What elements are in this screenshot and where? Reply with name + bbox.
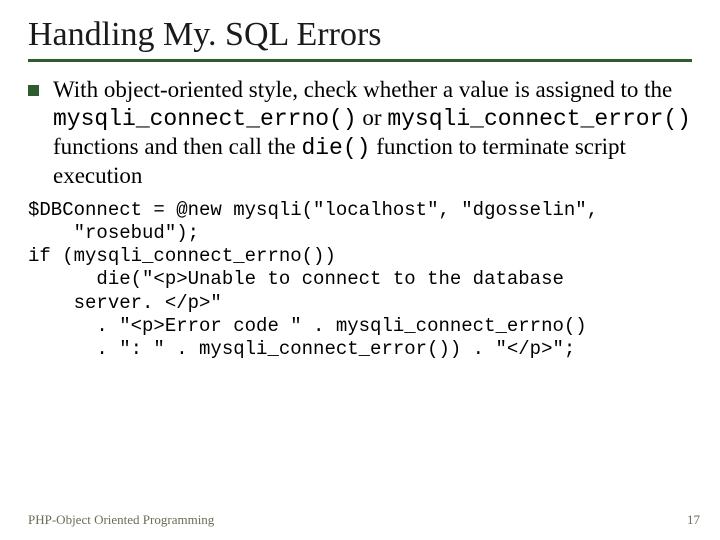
bullet-text-mid2: functions and then call the <box>53 134 301 159</box>
bullet-item: With object-oriented style, check whethe… <box>28 76 692 189</box>
footer-left: PHP-Object Oriented Programming <box>28 512 214 528</box>
slide: Handling My. SQL Errors With object-orie… <box>0 0 720 540</box>
title-block: Handling My. SQL Errors <box>28 14 692 62</box>
square-bullet-icon <box>28 85 39 96</box>
code-inline-die: die() <box>301 135 370 161</box>
slide-body: With object-oriented style, check whethe… <box>28 76 692 361</box>
code-inline-error: mysqli_connect_error() <box>387 106 691 132</box>
bullet-text-pre: With object-oriented style, check whethe… <box>53 77 672 102</box>
code-inline-errno: mysqli_connect_errno() <box>53 106 357 132</box>
code-block: $DBConnect = @new mysqli("localhost", "d… <box>28 199 692 361</box>
page-number: 17 <box>687 512 700 528</box>
slide-title: Handling My. SQL Errors <box>28 16 692 53</box>
slide-footer: PHP-Object Oriented Programming 17 <box>28 512 700 528</box>
bullet-text: With object-oriented style, check whethe… <box>53 76 692 189</box>
bullet-text-mid1: or <box>357 105 388 130</box>
